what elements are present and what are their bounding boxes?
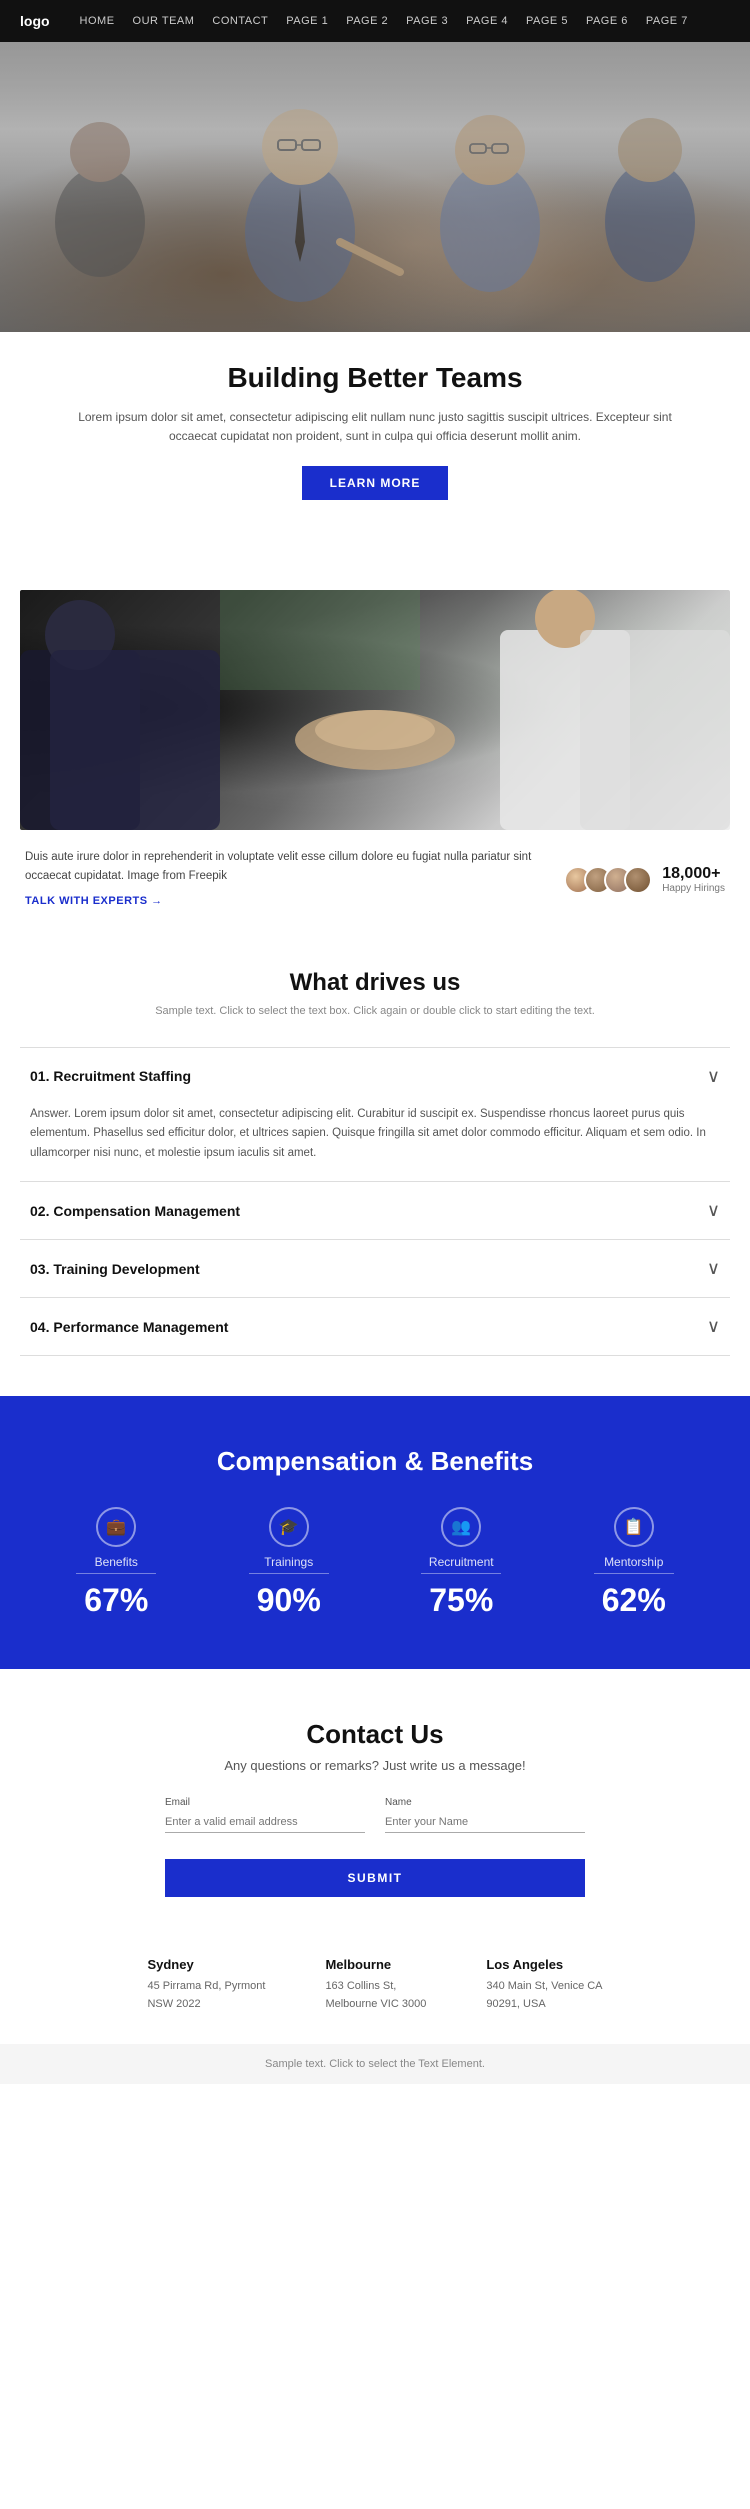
name-label: Name — [385, 1797, 585, 1808]
comp-item-recruitment: 👥 Recruitment 75% — [421, 1507, 501, 1619]
recruitment-icon: 👥 — [441, 1507, 481, 1547]
contact-title: Contact Us — [30, 1719, 720, 1750]
accordion-title-2: 02. Compensation Management — [30, 1203, 240, 1219]
nav-our-team[interactable]: OUR TEAM — [133, 15, 195, 27]
name-input[interactable] — [385, 1812, 585, 1833]
email-input[interactable] — [165, 1812, 365, 1833]
trainings-percent: 90% — [257, 1582, 321, 1619]
talk-with-experts-link[interactable]: TALK WITH EXPERTS → — [25, 893, 564, 911]
accordion-item-2: 02. Compensation Management ∨ — [20, 1181, 730, 1239]
name-group: Name — [385, 1797, 585, 1833]
hero-content: Building Better Teams Lorem ipsum dolor … — [0, 332, 750, 530]
accordion-title-4: 04. Performance Management — [30, 1319, 228, 1335]
hero-description: Lorem ipsum dolor sit amet, consectetur … — [75, 408, 675, 446]
drives-section-header: What drives us Sample text. Click to sel… — [0, 929, 750, 1027]
contact-section: Contact Us Any questions or remarks? Jus… — [0, 1669, 750, 1927]
accordion-title-3: 03. Training Development — [30, 1261, 200, 1277]
navbar: logo HOME OUR TEAM CONTACT PAGE 1 PAGE 2… — [0, 0, 750, 42]
nav-contact[interactable]: CONTACT — [212, 15, 268, 27]
benefits-label: Benefits — [76, 1555, 156, 1574]
footer: Sample text. Click to select the Text El… — [0, 2044, 750, 2084]
melbourne-address: 163 Collins St, Melbourne VIC 3000 — [325, 1978, 426, 2013]
office-los-angeles: Los Angeles 340 Main St, Venice CA 90291… — [486, 1957, 602, 2013]
sydney-city: Sydney — [147, 1957, 265, 1972]
nav-page5[interactable]: PAGE 5 — [526, 15, 568, 27]
comp-item-trainings: 🎓 Trainings 90% — [249, 1507, 329, 1619]
recruitment-percent: 75% — [429, 1582, 493, 1619]
accordion-item-3: 03. Training Development ∨ — [20, 1239, 730, 1297]
comp-grid: 💼 Benefits 67% 🎓 Trainings 90% 👥 Recruit… — [30, 1507, 720, 1619]
nav-home[interactable]: HOME — [80, 15, 115, 27]
office-melbourne: Melbourne 163 Collins St, Melbourne VIC … — [325, 1957, 426, 2013]
nav-page2[interactable]: PAGE 2 — [346, 15, 388, 27]
nav-page7[interactable]: PAGE 7 — [646, 15, 688, 27]
recruitment-label: Recruitment — [421, 1555, 501, 1574]
comp-item-mentorship: 📋 Mentorship 62% — [594, 1507, 674, 1619]
stats-row: Duis aute irure dolor in reprehenderit i… — [0, 830, 750, 928]
accordion-header-1[interactable]: 01. Recruitment Staffing ∨ — [20, 1048, 730, 1105]
footer-text: Sample text. Click to select the Text El… — [265, 2058, 485, 2070]
avatar-group — [564, 866, 652, 894]
sydney-address: 45 Pirrama Rd, Pyrmont NSW 2022 — [147, 1978, 265, 2013]
team-image — [20, 590, 730, 830]
contact-subtitle: Any questions or remarks? Just write us … — [30, 1758, 720, 1773]
drives-title: What drives us — [20, 969, 730, 997]
contact-form: Email Name SUBMIT — [165, 1797, 585, 1897]
nav-page3[interactable]: PAGE 3 — [406, 15, 448, 27]
email-group: Email — [165, 1797, 365, 1833]
comp-title: Compensation & Benefits — [30, 1446, 720, 1477]
accordion: 01. Recruitment Staffing ∨ Answer. Lorem… — [20, 1047, 730, 1357]
offices-section: Sydney 45 Pirrama Rd, Pyrmont NSW 2022 M… — [0, 1927, 750, 2043]
avatar-4 — [624, 866, 652, 894]
accordion-header-4[interactable]: 04. Performance Management ∨ — [20, 1298, 730, 1355]
nav-page6[interactable]: PAGE 6 — [586, 15, 628, 27]
accordion-header-3[interactable]: 03. Training Development ∨ — [20, 1240, 730, 1297]
submit-button[interactable]: SUBMIT — [165, 1859, 585, 1897]
happy-hirings-count: 18,000+ Happy Hirings — [662, 865, 725, 894]
benefits-icon: 💼 — [96, 1507, 136, 1547]
logo[interactable]: logo — [20, 13, 50, 29]
nav-page1[interactable]: PAGE 1 — [286, 15, 328, 27]
nav-page4[interactable]: PAGE 4 — [466, 15, 508, 27]
accordion-body-1: Answer. Lorem ipsum dolor sit amet, cons… — [20, 1105, 730, 1182]
email-label: Email — [165, 1797, 365, 1808]
la-city: Los Angeles — [486, 1957, 602, 1972]
accordion-chevron-1: ∨ — [707, 1066, 720, 1087]
accordion-title-1: 01. Recruitment Staffing — [30, 1068, 191, 1084]
stats-count: 18,000+ Happy Hirings — [564, 865, 725, 894]
nav-links: HOME OUR TEAM CONTACT PAGE 1 PAGE 2 PAGE… — [80, 15, 688, 27]
stats-description: Duis aute irure dolor in reprehenderit i… — [25, 848, 564, 910]
trainings-icon: 🎓 — [269, 1507, 309, 1547]
melbourne-city: Melbourne — [325, 1957, 426, 1972]
comp-benefits-section: Compensation & Benefits 💼 Benefits 67% 🎓… — [0, 1396, 750, 1669]
hero-image — [0, 42, 750, 332]
comp-item-benefits: 💼 Benefits 67% — [76, 1507, 156, 1619]
accordion-chevron-4: ∨ — [707, 1316, 720, 1337]
mentorship-percent: 62% — [602, 1582, 666, 1619]
benefits-percent: 67% — [84, 1582, 148, 1619]
accordion-item-1: 01. Recruitment Staffing ∨ Answer. Lorem… — [20, 1047, 730, 1182]
mentorship-label: Mentorship — [594, 1555, 674, 1574]
accordion-header-2[interactable]: 02. Compensation Management ∨ — [20, 1182, 730, 1239]
accordion-chevron-2: ∨ — [707, 1200, 720, 1221]
drives-subtitle: Sample text. Click to select the text bo… — [20, 1005, 730, 1017]
hero-title: Building Better Teams — [40, 362, 710, 394]
trainings-label: Trainings — [249, 1555, 329, 1574]
mentorship-icon: 📋 — [614, 1507, 654, 1547]
accordion-chevron-3: ∨ — [707, 1258, 720, 1279]
contact-form-row: Email Name — [165, 1797, 585, 1833]
la-address: 340 Main St, Venice CA 90291, USA — [486, 1978, 602, 2013]
accordion-item-4: 04. Performance Management ∨ — [20, 1297, 730, 1356]
learn-more-button[interactable]: LEARN MORE — [302, 466, 449, 500]
office-sydney: Sydney 45 Pirrama Rd, Pyrmont NSW 2022 — [147, 1957, 265, 2013]
